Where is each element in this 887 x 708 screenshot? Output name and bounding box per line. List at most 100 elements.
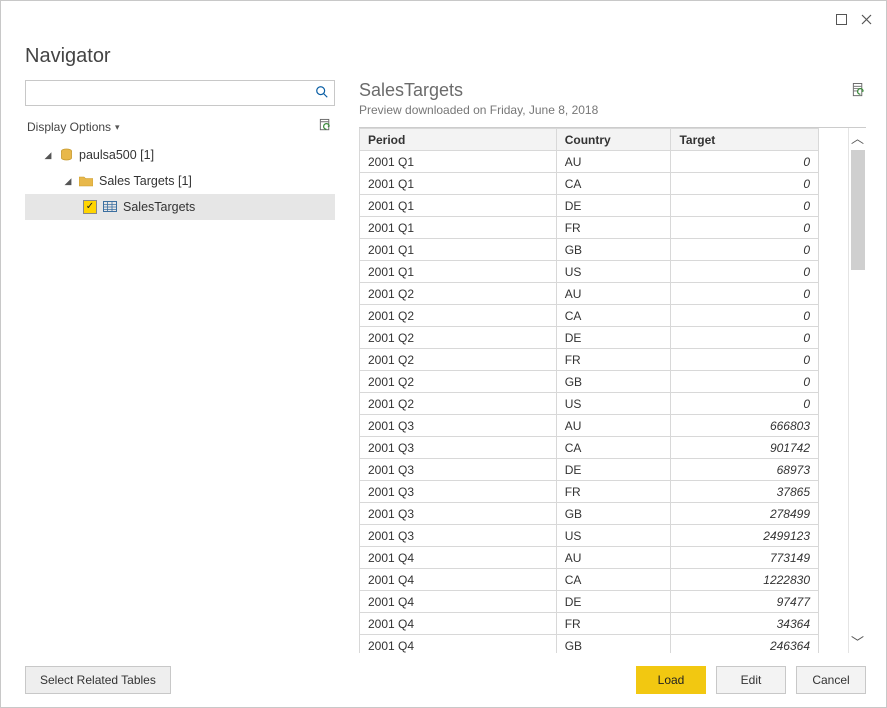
table-row[interactable]: 2001 Q3GB278499 xyxy=(360,503,819,525)
cell-target: 0 xyxy=(671,239,819,261)
dialog-title: Navigator xyxy=(1,37,886,72)
scroll-up-icon[interactable]: ︿ xyxy=(851,132,864,145)
cell-country: AU xyxy=(556,547,671,569)
tree-node-folder[interactable]: ◢ Sales Targets [1] xyxy=(25,168,335,194)
cell-target: 2499123 xyxy=(671,525,819,547)
cell-period: 2001 Q4 xyxy=(360,613,557,635)
table-row[interactable]: 2001 Q4GB246364 xyxy=(360,635,819,654)
cell-target: 0 xyxy=(671,217,819,239)
expander-icon[interactable]: ◢ xyxy=(43,150,53,161)
add-to-report-icon[interactable] xyxy=(851,82,866,102)
cell-period: 2001 Q1 xyxy=(360,151,557,173)
table-row[interactable]: 2001 Q1AU0 xyxy=(360,151,819,173)
cell-country: GB xyxy=(556,371,671,393)
table-row[interactable]: 2001 Q3AU666803 xyxy=(360,415,819,437)
cell-country: AU xyxy=(556,415,671,437)
cancel-button[interactable]: Cancel xyxy=(796,666,866,694)
preview-title: SalesTargets xyxy=(359,80,598,101)
table-row[interactable]: 2001 Q2AU0 xyxy=(360,283,819,305)
table-row[interactable]: 2001 Q3FR37865 xyxy=(360,481,819,503)
folder-icon xyxy=(79,174,93,188)
cell-country: GB xyxy=(556,503,671,525)
cell-period: 2001 Q3 xyxy=(360,503,557,525)
cell-country: FR xyxy=(556,613,671,635)
expander-icon[interactable]: ◢ xyxy=(63,176,73,187)
maximize-icon[interactable] xyxy=(836,14,847,25)
tree-node-root[interactable]: ◢ paulsa500 [1] xyxy=(25,142,335,168)
column-header[interactable]: Country xyxy=(556,129,671,151)
cell-country: AU xyxy=(556,151,671,173)
cell-period: 2001 Q2 xyxy=(360,305,557,327)
search-icon[interactable] xyxy=(315,85,329,102)
preview-table: Period Country Target 2001 Q1AU02001 Q1C… xyxy=(359,128,819,653)
table-row[interactable]: 2001 Q4CA1222830 xyxy=(360,569,819,591)
column-header[interactable]: Target xyxy=(671,129,819,151)
search-input[interactable] xyxy=(25,80,335,106)
vertical-scrollbar[interactable]: ︿ ﹀ xyxy=(848,128,866,653)
table-row[interactable]: 2001 Q2DE0 xyxy=(360,327,819,349)
edit-button[interactable]: Edit xyxy=(716,666,786,694)
table-row[interactable]: 2001 Q3US2499123 xyxy=(360,525,819,547)
table-header-row: Period Country Target xyxy=(360,129,819,151)
cell-target: 666803 xyxy=(671,415,819,437)
cell-country: FR xyxy=(556,481,671,503)
cell-country: CA xyxy=(556,569,671,591)
cell-target: 34364 xyxy=(671,613,819,635)
cell-country: FR xyxy=(556,217,671,239)
cell-target: 37865 xyxy=(671,481,819,503)
cell-period: 2001 Q4 xyxy=(360,569,557,591)
cell-period: 2001 Q1 xyxy=(360,195,557,217)
table-row[interactable]: 2001 Q4DE97477 xyxy=(360,591,819,613)
cell-country: GB xyxy=(556,635,671,654)
cell-target: 0 xyxy=(671,393,819,415)
select-related-tables-button[interactable]: Select Related Tables xyxy=(25,666,171,694)
cell-period: 2001 Q4 xyxy=(360,547,557,569)
table-row[interactable]: 2001 Q1DE0 xyxy=(360,195,819,217)
table-row[interactable]: 2001 Q4FR34364 xyxy=(360,613,819,635)
cell-country: DE xyxy=(556,591,671,613)
cell-period: 2001 Q3 xyxy=(360,415,557,437)
table-row[interactable]: 2001 Q1US0 xyxy=(360,261,819,283)
cell-country: CA xyxy=(556,305,671,327)
title-bar xyxy=(1,1,886,37)
cell-country: CA xyxy=(556,437,671,459)
cell-target: 0 xyxy=(671,151,819,173)
close-icon[interactable] xyxy=(861,14,872,25)
table-row[interactable]: 2001 Q1GB0 xyxy=(360,239,819,261)
cell-target: 0 xyxy=(671,261,819,283)
cell-country: DE xyxy=(556,195,671,217)
column-header[interactable]: Period xyxy=(360,129,557,151)
table-row[interactable]: 2001 Q1CA0 xyxy=(360,173,819,195)
scrollbar-thumb[interactable] xyxy=(851,150,865,270)
cell-country: FR xyxy=(556,349,671,371)
table-row[interactable]: 2001 Q3CA901742 xyxy=(360,437,819,459)
cell-period: 2001 Q1 xyxy=(360,217,557,239)
checkbox-checked-icon[interactable]: ✓ xyxy=(83,200,97,214)
cell-period: 2001 Q4 xyxy=(360,591,557,613)
navigator-tree: ◢ paulsa500 [1] ◢ Sales Targets [1] ✓ xyxy=(25,142,335,220)
preview-subtitle: Preview downloaded on Friday, June 8, 20… xyxy=(359,103,598,117)
cell-country: US xyxy=(556,393,671,415)
table-row[interactable]: 2001 Q4AU773149 xyxy=(360,547,819,569)
table-row[interactable]: 2001 Q3DE68973 xyxy=(360,459,819,481)
cell-country: GB xyxy=(556,239,671,261)
table-row[interactable]: 2001 Q2CA0 xyxy=(360,305,819,327)
cell-period: 2001 Q3 xyxy=(360,481,557,503)
cell-country: US xyxy=(556,525,671,547)
table-icon xyxy=(103,201,117,213)
scroll-down-icon[interactable]: ﹀ xyxy=(851,636,864,649)
cell-target: 0 xyxy=(671,195,819,217)
navigator-dialog: Navigator Display Options ▾ ◢ xyxy=(0,0,887,708)
table-row[interactable]: 2001 Q2GB0 xyxy=(360,371,819,393)
tree-node-table[interactable]: ✓ SalesTargets xyxy=(25,194,335,220)
load-button[interactable]: Load xyxy=(636,666,706,694)
cell-period: 2001 Q1 xyxy=(360,173,557,195)
display-options-dropdown[interactable]: Display Options ▾ xyxy=(27,120,120,134)
table-row[interactable]: 2001 Q2US0 xyxy=(360,393,819,415)
cell-country: US xyxy=(556,261,671,283)
refresh-icon[interactable] xyxy=(318,118,333,136)
tree-label: paulsa500 [1] xyxy=(79,148,154,162)
cell-period: 2001 Q2 xyxy=(360,349,557,371)
table-row[interactable]: 2001 Q1FR0 xyxy=(360,217,819,239)
table-row[interactable]: 2001 Q2FR0 xyxy=(360,349,819,371)
